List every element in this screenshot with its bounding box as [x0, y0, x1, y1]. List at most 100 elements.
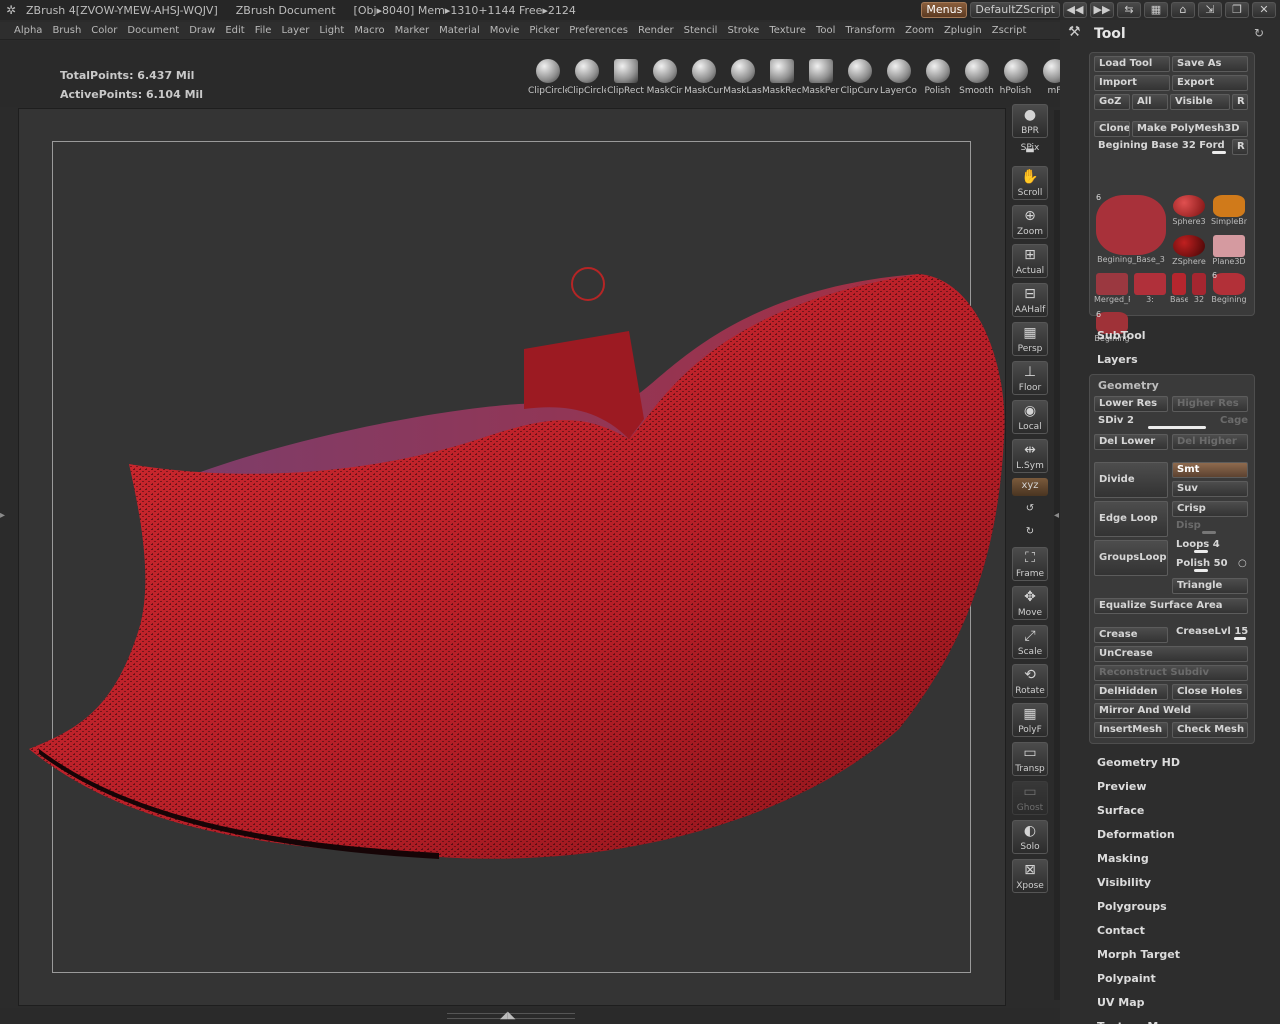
shelf-brush-polish[interactable]: Polish: [918, 59, 957, 96]
edge-loop-button[interactable]: Edge Loop: [1094, 501, 1168, 537]
shelf-brush-smooth[interactable]: Smooth: [957, 59, 996, 96]
document-canvas[interactable]: [18, 108, 1006, 1006]
tool-thumbnail[interactable]: SimpleBr: [1210, 193, 1248, 229]
geometry-title[interactable]: Geometry: [1098, 379, 1159, 392]
menu-zscript[interactable]: Zscript: [992, 25, 1027, 36]
shelf-brush-maskper[interactable]: MaskPer: [801, 59, 840, 96]
export-button[interactable]: Export: [1172, 75, 1248, 91]
menu-edit[interactable]: Edit: [225, 25, 244, 36]
suv-toggle[interactable]: Suv: [1172, 481, 1248, 497]
close-holes-button[interactable]: Close Holes: [1172, 684, 1248, 700]
menu-light[interactable]: Light: [319, 25, 344, 36]
view-button-frame[interactable]: ⛶ Frame: [1012, 547, 1048, 581]
menu-material[interactable]: Material: [439, 25, 480, 36]
reconstruct-subdiv-button[interactable]: Reconstruct Subdiv: [1094, 665, 1248, 681]
minimize-icon[interactable]: ⇲: [1198, 2, 1222, 18]
save-as-button[interactable]: Save As: [1172, 56, 1248, 72]
polish-slider[interactable]: Polish 50 ○: [1172, 557, 1248, 573]
goz-visible-button[interactable]: Visible: [1170, 94, 1230, 110]
section-contact[interactable]: Contact: [1097, 924, 1145, 937]
menu-transform[interactable]: Transform: [845, 25, 895, 36]
tool-thumbnail[interactable]: Plane3D: [1210, 233, 1248, 269]
view-button-transp[interactable]: ▭ Transp: [1012, 742, 1048, 776]
section-uv-map[interactable]: UV Map: [1097, 996, 1145, 1009]
menu-render[interactable]: Render: [638, 25, 674, 36]
menu-layer[interactable]: Layer: [281, 25, 309, 36]
shelf-brush-hpolish[interactable]: hPolish: [996, 59, 1035, 96]
view-button-solo[interactable]: ◐ Solo: [1012, 820, 1048, 854]
check-mesh-button[interactable]: Check Mesh: [1172, 722, 1248, 738]
mirror-and-weld-button[interactable]: Mirror And Weld: [1094, 703, 1248, 719]
crease-button[interactable]: Crease: [1094, 627, 1168, 643]
higher-res-button[interactable]: Higher Res: [1172, 396, 1248, 412]
layers-section[interactable]: Layers: [1097, 353, 1138, 366]
view-button-local[interactable]: ◉ Local: [1012, 400, 1048, 434]
default-zscript-button[interactable]: DefaultZScript: [970, 2, 1060, 18]
collapse-right-tray-icon[interactable]: ◂: [1054, 510, 1059, 521]
menu-color[interactable]: Color: [91, 25, 117, 36]
section-texture-map[interactable]: Texture Map: [1097, 1020, 1174, 1024]
section-geometry-hd[interactable]: Geometry HD: [1097, 756, 1180, 769]
menu-marker[interactable]: Marker: [395, 25, 430, 36]
tool-thumbnail[interactable]: 6 Begining: [1210, 271, 1248, 307]
restore-icon[interactable]: ❐: [1225, 2, 1249, 18]
menu-texture[interactable]: Texture: [769, 25, 806, 36]
shelf-brush-maskcur[interactable]: MaskCur: [684, 59, 723, 96]
view-button-l-sym[interactable]: ⇹ L.Sym: [1012, 439, 1048, 473]
cage-button[interactable]: Cage: [1216, 414, 1248, 430]
view-button-actual[interactable]: ⊞ Actual: [1012, 244, 1048, 278]
section-polygroups[interactable]: Polygroups: [1097, 900, 1167, 913]
expand-left-tray-icon[interactable]: ▸: [0, 510, 5, 521]
view-button-bpr[interactable]: ● BPR: [1012, 104, 1048, 138]
tool-thumbnail[interactable]: 3:: [1132, 271, 1168, 307]
section-visibility[interactable]: Visibility: [1097, 876, 1151, 889]
layout-switch-icon[interactable]: ⇆: [1117, 2, 1141, 18]
goz-button[interactable]: GoZ: [1094, 94, 1130, 110]
rewind-icon[interactable]: ◀◀: [1063, 2, 1087, 18]
section-masking[interactable]: Masking: [1097, 852, 1149, 865]
menu-zplugin[interactable]: Zplugin: [944, 25, 982, 36]
menu-preferences[interactable]: Preferences: [569, 25, 628, 36]
shelf-brush-maskrec[interactable]: MaskRec: [762, 59, 801, 96]
view-button-rotate-y[interactable]: ↺: [1012, 501, 1048, 519]
view-button-rotate[interactable]: ⟲ Rotate: [1012, 664, 1048, 698]
view-button-floor[interactable]: ⊥ Floor: [1012, 361, 1048, 395]
section-preview[interactable]: Preview: [1097, 780, 1147, 793]
view-button-persp[interactable]: ▦ Persp: [1012, 322, 1048, 356]
view-button-zoom[interactable]: ⊕ Zoom: [1012, 205, 1048, 239]
divide-button[interactable]: Divide: [1094, 462, 1168, 498]
left-tray-divider[interactable]: ▸: [0, 110, 6, 1000]
load-tool-button[interactable]: Load Tool: [1094, 56, 1170, 72]
view-button-rotate-z[interactable]: ↻: [1012, 524, 1048, 542]
menu-draw[interactable]: Draw: [189, 25, 215, 36]
goz-all-button[interactable]: All: [1132, 94, 1168, 110]
menus-button[interactable]: Menus: [921, 2, 968, 18]
refresh-icon[interactable]: ↻: [1254, 26, 1264, 40]
shelf-brush-clipcircle[interactable]: ClipCircle: [567, 59, 606, 96]
view-button-move[interactable]: ✥ Move: [1012, 586, 1048, 620]
menu-movie[interactable]: Movie: [490, 25, 520, 36]
section-surface[interactable]: Surface: [1097, 804, 1144, 817]
forward-icon[interactable]: ▶▶: [1090, 2, 1114, 18]
layout-grid-icon[interactable]: ▦: [1144, 2, 1168, 18]
section-morph-target[interactable]: Morph Target: [1097, 948, 1180, 961]
disp-slider[interactable]: Disp: [1172, 519, 1248, 535]
view-button-xyz[interactable]: xyz: [1012, 478, 1048, 496]
menu-file[interactable]: File: [255, 25, 272, 36]
current-tool-slider[interactable]: Begining Base 32 Ford: [1094, 139, 1230, 155]
close-icon[interactable]: ✕: [1252, 2, 1276, 18]
tool-thumbnail[interactable]: 32: [1190, 271, 1208, 307]
menu-macro[interactable]: Macro: [354, 25, 384, 36]
subtool-section[interactable]: SubTool: [1097, 329, 1146, 342]
menu-brush[interactable]: Brush: [52, 25, 81, 36]
menu-document[interactable]: Document: [127, 25, 179, 36]
loops-slider[interactable]: Loops 4: [1172, 538, 1248, 554]
make-polymesh3d-button[interactable]: Make PolyMesh3D: [1132, 121, 1248, 137]
tool-thumbnail[interactable]: Base: [1170, 271, 1188, 307]
goz-r-button[interactable]: R: [1232, 94, 1248, 110]
smt-toggle[interactable]: Smt: [1172, 462, 1248, 478]
triangle-toggle[interactable]: Triangle: [1172, 578, 1248, 594]
menu-zoom[interactable]: Zoom: [905, 25, 934, 36]
shelf-brush-masklas[interactable]: MaskLas: [723, 59, 762, 96]
shelf-brush-clipcurv[interactable]: ClipCurv: [840, 59, 879, 96]
